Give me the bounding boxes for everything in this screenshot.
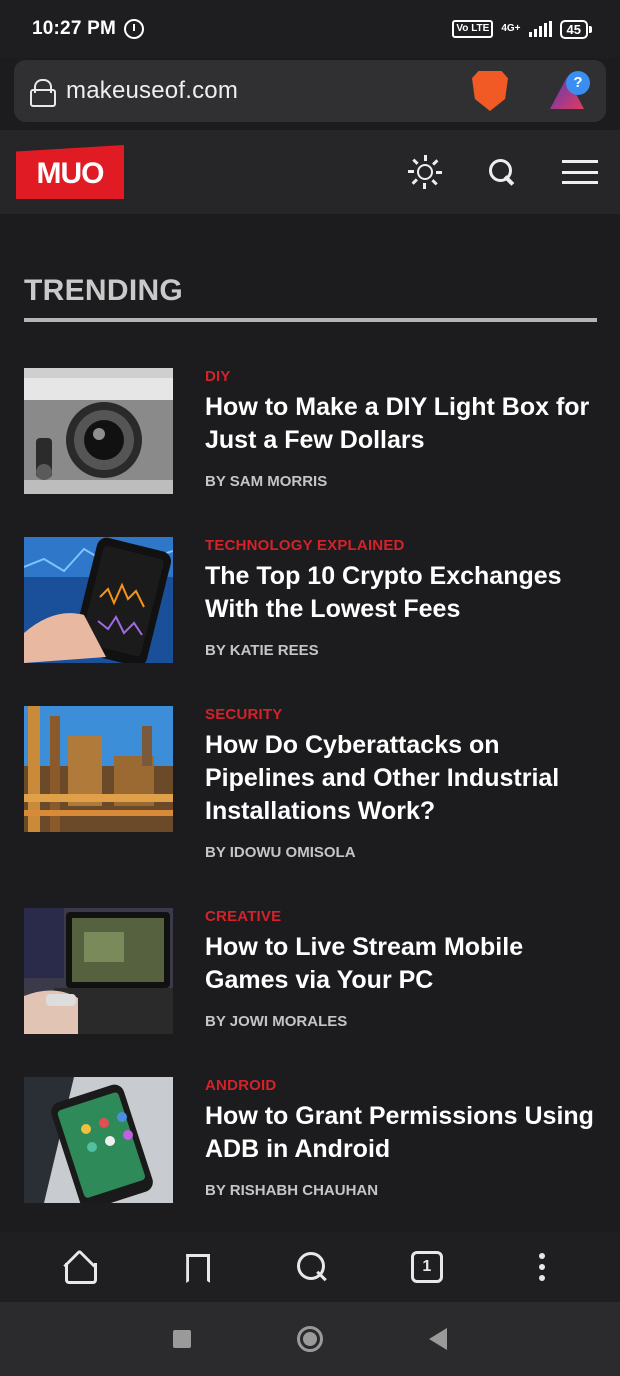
url-text[interactable]: makeuseof.com [66,77,238,105]
search-icon[interactable] [488,158,516,186]
tab-switcher-button[interactable]: 1 [410,1251,443,1283]
muo-logo[interactable]: MUO [16,145,124,199]
article-thumbnail[interactable] [24,1077,173,1203]
recents-button[interactable] [173,1330,191,1348]
signal-icon [528,21,552,37]
back-button[interactable] [429,1328,447,1350]
article-info: DIY How to Make a DIY Light Box for Just… [205,368,605,490]
article-title[interactable]: How to Grant Permissions Using ADB in An… [205,1100,605,1166]
article-thumbnail[interactable] [24,706,173,832]
article-card[interactable]: CREATIVE How to Live Stream Mobile Games… [24,908,604,1038]
site-header: MUO [0,130,620,214]
status-bar: 10:27 PM Vo LTE 4G+ 45 [0,0,620,58]
address-bar[interactable]: makeuseof.com ? [14,60,606,122]
hamburger-menu-icon[interactable] [562,160,598,184]
more-options-icon[interactable] [524,1249,560,1285]
article-thumbnail[interactable] [24,368,173,494]
rewards-badge: ? [566,71,590,95]
article-info: ANDROID How to Grant Permissions Using A… [205,1077,605,1199]
article-title[interactable]: How Do Cyberattacks on Pipelines and Oth… [205,729,605,828]
system-navigation-bar [0,1302,620,1376]
article-byline[interactable]: BY IDOWU OMISOLA [205,844,605,861]
article-thumbnail[interactable] [24,908,173,1034]
bookmark-icon[interactable] [177,1249,213,1285]
article-category[interactable]: DIY [205,368,605,385]
article-card[interactable]: DIY How to Make a DIY Light Box for Just… [24,368,604,498]
article-info: TECHNOLOGY EXPLAINED The Top 10 Crypto E… [205,537,605,659]
article-card[interactable]: TECHNOLOGY EXPLAINED The Top 10 Crypto E… [24,537,604,667]
theme-toggle-icon[interactable] [408,155,442,189]
section-divider [24,318,597,322]
home-icon[interactable] [60,1249,98,1285]
network-type: 4G+ [501,23,521,34]
article-byline[interactable]: BY RISHABH CHAUHAN [205,1182,605,1199]
status-time: 10:27 PM [32,18,116,39]
article-title[interactable]: How to Make a DIY Light Box for Just a F… [205,391,605,457]
article-thumbnail[interactable] [24,537,173,663]
article-category[interactable]: TECHNOLOGY EXPLAINED [205,537,605,554]
article-byline[interactable]: BY KATIE REES [205,642,605,659]
article-byline[interactable]: BY JOWI MORALES [205,1013,605,1030]
alarm-icon [123,19,144,39]
article-category[interactable]: SECURITY [205,706,605,723]
section-title: TRENDING [24,274,184,307]
article-title[interactable]: The Top 10 Crypto Exchanges With the Low… [205,560,605,626]
article-category[interactable]: CREATIVE [205,908,605,925]
brave-rewards-icon[interactable]: ? [550,71,590,111]
header-actions [408,155,598,189]
browser-bottom-toolbar: 1 [0,1232,620,1302]
article-info: SECURITY How Do Cyberattacks on Pipeline… [205,706,605,861]
article-category[interactable]: ANDROID [205,1077,605,1094]
battery-icon: 45 [559,19,593,39]
home-button[interactable] [297,1326,323,1352]
lock-icon[interactable] [30,79,56,107]
article-card[interactable]: ANDROID How to Grant Permissions Using A… [24,1077,604,1207]
article-info: CREATIVE How to Live Stream Mobile Games… [205,908,605,1030]
article-card[interactable]: SECURITY How Do Cyberattacks on Pipeline… [24,706,604,861]
status-indicators: Vo LTE 4G+ 45 [452,19,593,39]
article-byline[interactable]: BY SAM MORRIS [205,473,605,490]
brave-shields-icon[interactable] [472,71,508,111]
volte-icon: Vo LTE [452,20,494,38]
search-icon[interactable] [294,1249,330,1285]
article-title[interactable]: How to Live Stream Mobile Games via Your… [205,931,605,997]
